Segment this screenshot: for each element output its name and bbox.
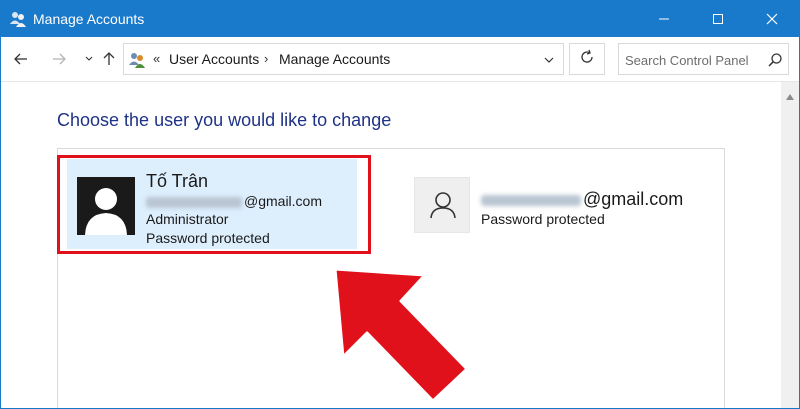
annotation-arrow-icon <box>333 267 469 403</box>
back-arrow-icon[interactable] <box>11 49 31 69</box>
breadcrumb-separator-icon[interactable]: › <box>264 51 268 66</box>
manage-accounts-window: Manage Accounts « User Accounts › Manage… <box>0 0 800 409</box>
breadcrumb-manage-accounts[interactable]: Manage Accounts <box>279 51 390 67</box>
account-tile[interactable]: @gmail.com Password protected <box>414 177 714 237</box>
users-icon <box>128 51 146 69</box>
chevron-down-icon[interactable] <box>542 53 556 67</box>
annotation-highlight-box <box>57 155 371 254</box>
forward-arrow-icon[interactable] <box>49 49 69 69</box>
search-box[interactable] <box>618 43 789 75</box>
window-title: Manage Accounts <box>33 11 145 27</box>
account-email: @gmail.com <box>481 189 683 210</box>
vertical-scrollbar[interactable] <box>781 82 799 408</box>
title-bar[interactable]: Manage Accounts <box>1 1 799 37</box>
email-domain: @gmail.com <box>583 189 684 209</box>
breadcrumb-user-accounts[interactable]: User Accounts <box>169 51 259 67</box>
scroll-up-icon[interactable] <box>785 88 795 106</box>
page-heading: Choose the user you would like to change <box>57 110 392 130</box>
up-arrow-icon[interactable] <box>99 49 119 69</box>
refresh-button[interactable] <box>569 43 605 75</box>
account-status: Password protected <box>481 211 605 227</box>
minimize-button[interactable] <box>641 1 687 37</box>
address-bar[interactable]: « User Accounts › Manage Accounts <box>123 43 564 75</box>
close-button[interactable] <box>749 1 795 37</box>
chevron-down-icon[interactable] <box>79 49 99 69</box>
refresh-icon <box>579 49 595 70</box>
navigation-bar: « User Accounts › Manage Accounts <box>1 37 799 82</box>
avatar <box>414 177 470 233</box>
search-icon[interactable] <box>767 52 783 73</box>
blurred-text <box>481 194 581 206</box>
overflow-chevron-icon[interactable]: « <box>153 51 160 66</box>
maximize-button[interactable] <box>695 1 741 37</box>
search-input[interactable] <box>625 50 765 70</box>
users-icon <box>9 10 27 28</box>
